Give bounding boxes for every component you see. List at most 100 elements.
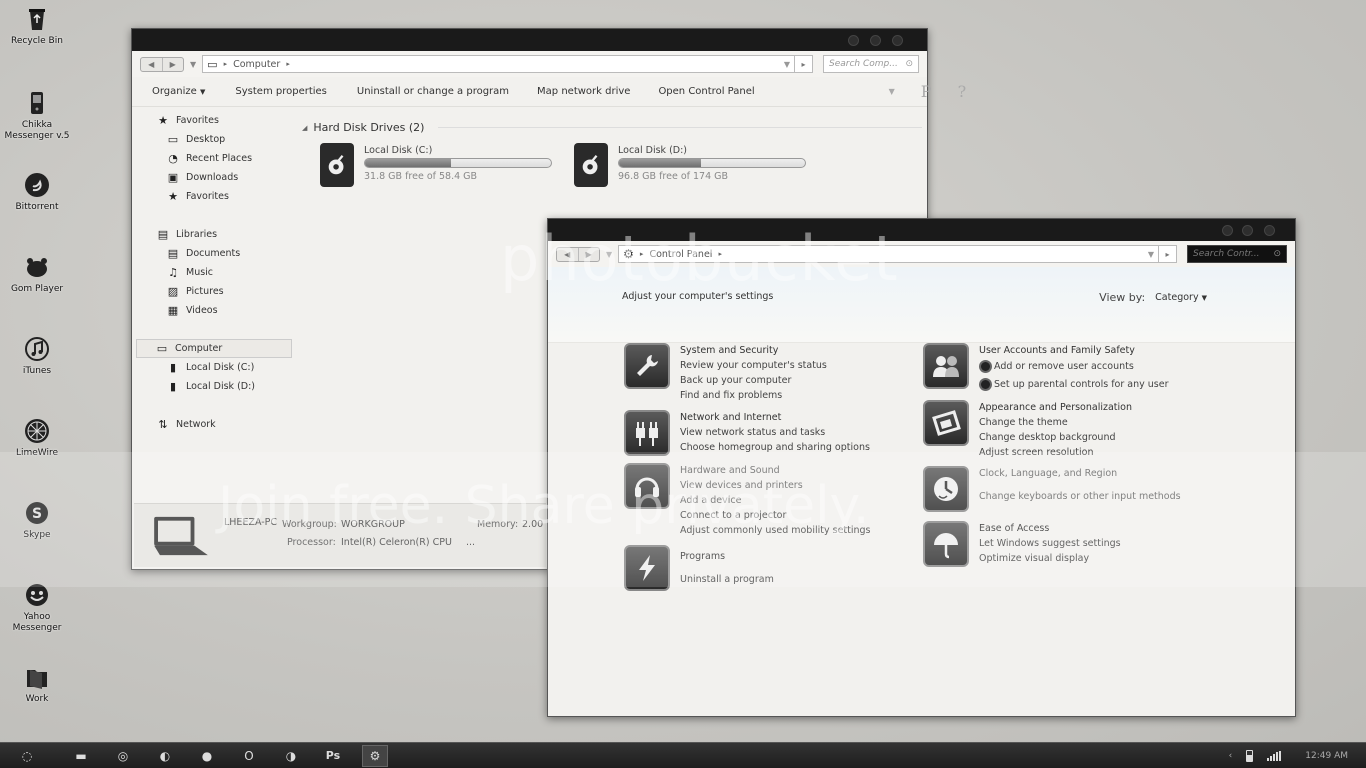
- desktop-icon-yahoo[interactable]: Yahoo Messenger: [2, 582, 72, 634]
- category-title[interactable]: System and Security: [680, 343, 827, 358]
- lightning-icon[interactable]: [624, 545, 670, 591]
- category-link[interactable]: Change keyboards or other input methods: [979, 489, 1181, 504]
- chrome-icon[interactable]: ◎: [110, 745, 136, 767]
- monitor-frame-icon[interactable]: [923, 400, 969, 446]
- help-icon[interactable]: ?: [958, 82, 967, 101]
- breadcrumb-computer[interactable]: Computer: [233, 59, 280, 70]
- category-title[interactable]: Hardware and Sound: [680, 463, 871, 478]
- network-plug-icon[interactable]: [624, 410, 670, 456]
- desktop-icon-chikka[interactable]: Chikka Messenger v.5: [2, 90, 72, 142]
- wrench-icon[interactable]: [624, 343, 670, 389]
- category-link[interactable]: Connect to a projector: [680, 508, 871, 523]
- category-link[interactable]: Choose homegroup and sharing options: [680, 440, 870, 455]
- category-title[interactable]: Ease of Access: [979, 521, 1121, 536]
- address-dropdown-icon[interactable]: ▼: [784, 60, 790, 69]
- control-panel-icon[interactable]: ⚙: [362, 744, 388, 767]
- desktop-icon-work[interactable]: Work: [2, 664, 72, 705]
- cp-search-input[interactable]: Search Contr... ⊙: [1187, 245, 1287, 263]
- start-icon[interactable]: ◌: [14, 745, 40, 767]
- recent-pages-dropdown[interactable]: ▼: [606, 250, 612, 259]
- umbrella-icon[interactable]: [923, 521, 969, 567]
- desktop-icon-skype[interactable]: S Skype: [2, 500, 72, 541]
- back-button[interactable]: ◀: [141, 58, 162, 71]
- folder-icon[interactable]: ▬: [68, 745, 94, 767]
- photoshop-icon[interactable]: Ps: [320, 745, 346, 767]
- control-panel-titlebar[interactable]: [548, 219, 1295, 241]
- category-link[interactable]: Back up your computer: [680, 373, 827, 388]
- cp-address-bar[interactable]: ⚙ ▸ Control Panel ▸ ▼: [618, 245, 1159, 263]
- category-link[interactable]: Uninstall a program: [680, 572, 774, 587]
- close-button[interactable]: [892, 35, 903, 46]
- category-link[interactable]: Adjust commonly used mobility settings: [680, 523, 871, 538]
- firefox-icon[interactable]: ◐: [152, 745, 178, 767]
- category-link[interactable]: View devices and printers: [680, 478, 871, 493]
- nav-computer[interactable]: ▭ Computer: [136, 339, 292, 358]
- category-title[interactable]: Programs: [680, 549, 774, 564]
- category-link[interactable]: Add a device: [680, 493, 871, 508]
- close-button[interactable]: [1264, 225, 1275, 236]
- category-title[interactable]: Appearance and Personalization: [979, 400, 1132, 415]
- open-control-panel-button[interactable]: Open Control Panel: [650, 86, 762, 97]
- maximize-button[interactable]: [1242, 225, 1253, 236]
- nav-desktop[interactable]: ▭ Desktop: [136, 130, 292, 149]
- category-link[interactable]: View network status and tasks: [680, 425, 870, 440]
- back-button[interactable]: ◀: [557, 248, 578, 261]
- media-icon[interactable]: ●: [194, 745, 220, 767]
- uninstall-program-button[interactable]: Uninstall or change a program: [349, 86, 517, 97]
- desktop-icon-recycle-bin[interactable]: Recycle Bin: [2, 6, 72, 47]
- category-link[interactable]: Adjust screen resolution: [979, 445, 1132, 460]
- tray-chevron-icon[interactable]: ‹: [1229, 751, 1233, 761]
- maximize-button[interactable]: [870, 35, 881, 46]
- preview-pane-icon[interactable]: P: [921, 82, 932, 101]
- view-options-dropdown-icon[interactable]: ▼: [889, 87, 895, 96]
- refresh-button[interactable]: ▸: [795, 55, 813, 73]
- nav-videos[interactable]: ▦ Videos: [136, 301, 292, 320]
- forward-button[interactable]: ▶: [161, 57, 184, 71]
- nav-disk-c[interactable]: ▮ Local Disk (C:): [136, 358, 292, 377]
- nav-libraries[interactable]: ▤ Libraries: [136, 225, 292, 244]
- category-link[interactable]: Set up parental controls for any user: [979, 377, 1169, 392]
- winamp-icon[interactable]: ◑: [278, 745, 304, 767]
- drive-c[interactable]: Local Disk (C:) 31.8 GB free of 58.4 GB: [320, 143, 552, 187]
- category-title[interactable]: User Accounts and Family Safety: [979, 343, 1169, 358]
- nav-pictures[interactable]: ▨ Pictures: [136, 282, 292, 301]
- clock-icon[interactable]: [923, 466, 969, 512]
- nav-disk-d[interactable]: ▮ Local Disk (D:): [136, 377, 292, 396]
- nav-network[interactable]: ⇅ Network: [136, 415, 292, 434]
- view-by-dropdown[interactable]: Category ▼: [1155, 292, 1207, 303]
- category-link[interactable]: Change the theme: [979, 415, 1132, 430]
- explorer-titlebar[interactable]: [132, 29, 927, 51]
- nav-music[interactable]: ♫ Music: [136, 263, 292, 282]
- desktop-icon-bittorrent[interactable]: Bittorrent: [2, 172, 72, 213]
- organize-button[interactable]: Organize ▼: [144, 86, 213, 97]
- desktop-icon-itunes[interactable]: iTunes: [2, 336, 72, 377]
- recent-pages-dropdown[interactable]: ▼: [190, 60, 196, 69]
- nav-favorites-folder[interactable]: ★ Favorites: [136, 187, 292, 206]
- desktop-icon-limewire[interactable]: LimeWire: [2, 418, 72, 459]
- clock[interactable]: 12:49 AM: [1305, 751, 1348, 761]
- headphones-icon[interactable]: [624, 463, 670, 509]
- opera-icon[interactable]: O: [236, 745, 262, 767]
- breadcrumb-control-panel[interactable]: Control Panel: [649, 249, 712, 260]
- nav-favorites[interactable]: ★ Favorites: [136, 111, 292, 130]
- category-link[interactable]: Let Windows suggest settings: [979, 536, 1121, 551]
- desktop-icon-gom-player[interactable]: Gom Player: [2, 254, 72, 295]
- explorer-address-bar[interactable]: ▭ ▸ Computer ▸ ▼: [202, 55, 795, 73]
- users-icon[interactable]: [923, 343, 969, 389]
- nav-downloads[interactable]: ▣ Downloads: [136, 168, 292, 187]
- minimize-button[interactable]: [848, 35, 859, 46]
- category-link[interactable]: Add or remove user accounts: [979, 359, 1169, 374]
- drive-d[interactable]: Local Disk (D:) 96.8 GB free of 174 GB: [574, 143, 806, 187]
- signal-icon[interactable]: [1267, 751, 1282, 761]
- battery-icon[interactable]: [1246, 750, 1254, 762]
- category-link[interactable]: Optimize visual display: [979, 551, 1121, 566]
- refresh-button[interactable]: ▸: [1159, 245, 1177, 263]
- category-title[interactable]: Clock, Language, and Region: [979, 466, 1181, 481]
- system-properties-button[interactable]: System properties: [227, 86, 335, 97]
- nav-recent-places[interactable]: ◔ Recent Places: [136, 149, 292, 168]
- explorer-search-input[interactable]: Search Comp... ⊙: [823, 55, 919, 73]
- category-title[interactable]: Network and Internet: [680, 410, 870, 425]
- category-link[interactable]: Change desktop background: [979, 430, 1132, 445]
- group-header[interactable]: ◢ Hard Disk Drives (2): [302, 121, 922, 134]
- minimize-button[interactable]: [1222, 225, 1233, 236]
